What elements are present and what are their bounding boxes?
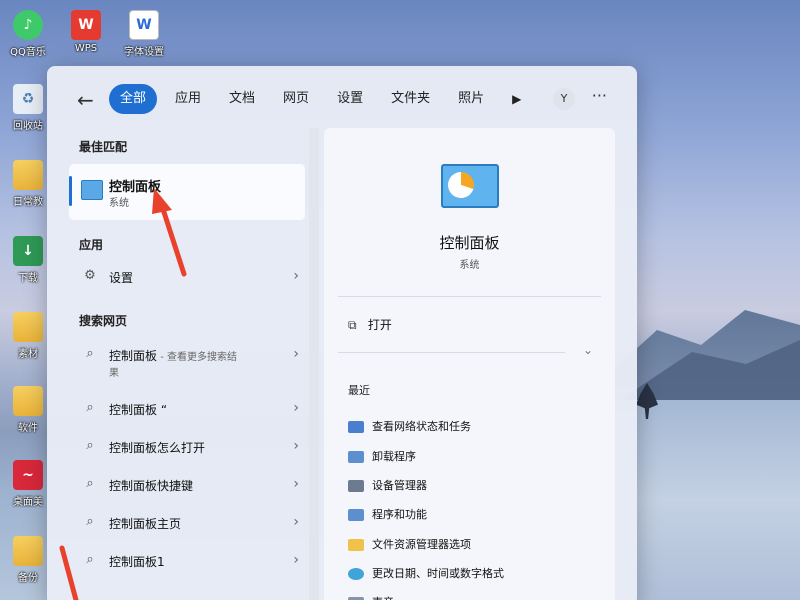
annotation-arrows — [59, 188, 187, 600]
annotation-arrow-bottom — [59, 545, 79, 600]
annotation-arrow-best-match — [152, 188, 187, 277]
